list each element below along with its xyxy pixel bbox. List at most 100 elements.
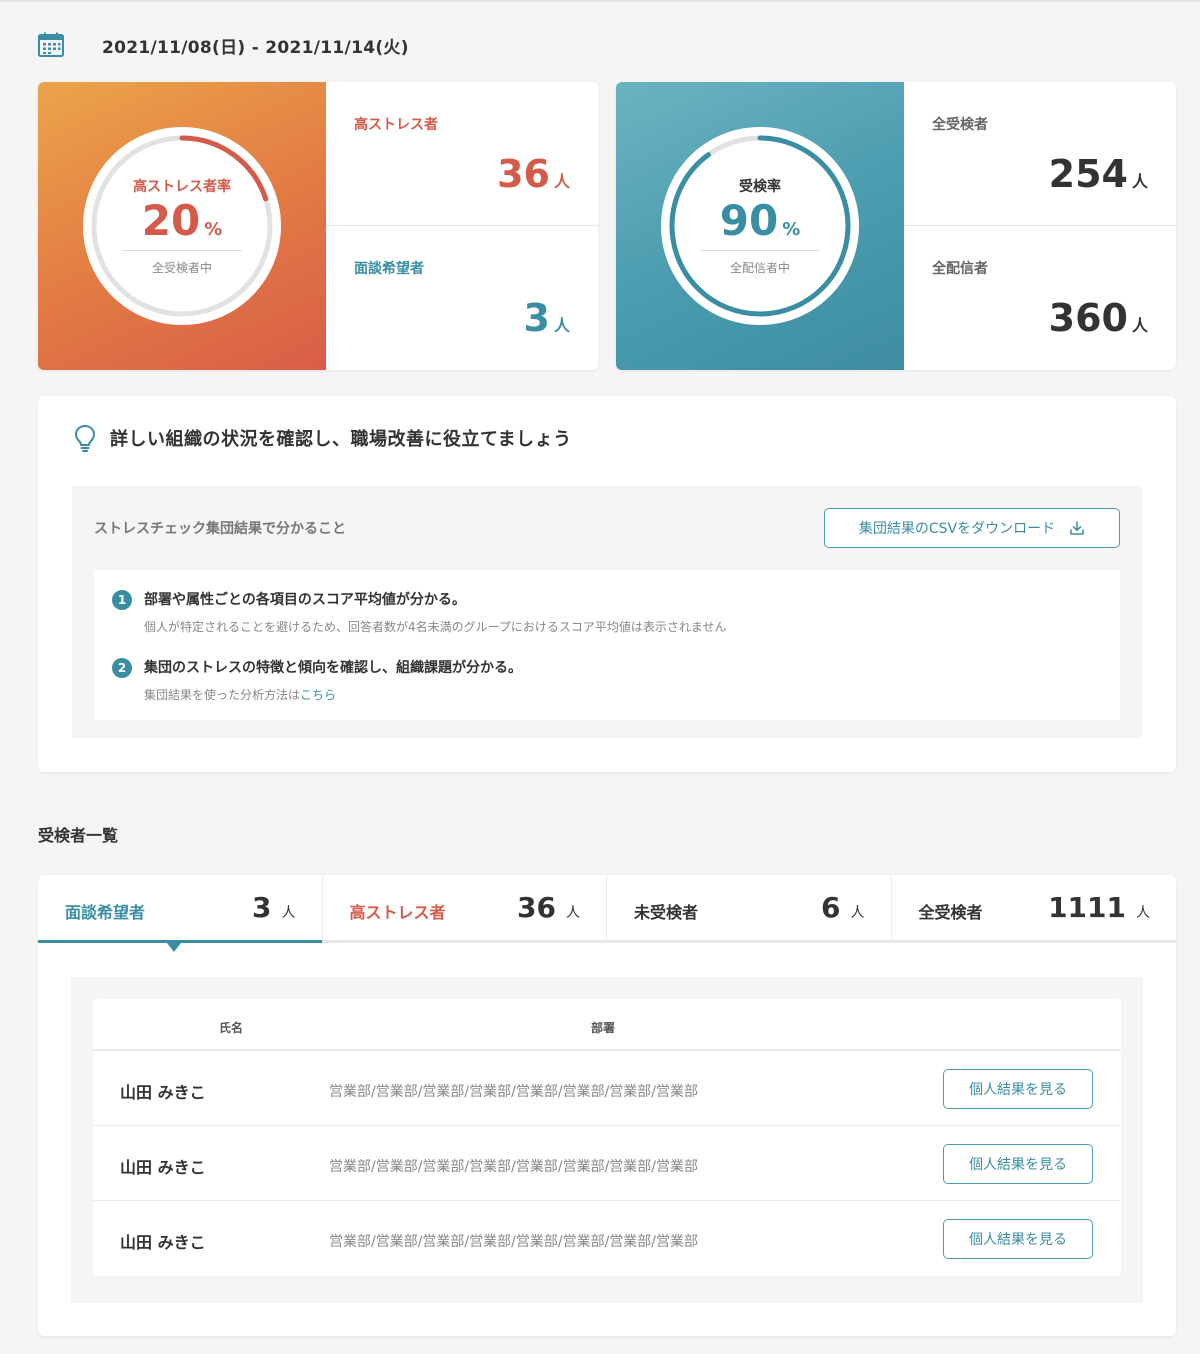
- examinee-name: 山田 みきこ: [120, 1083, 206, 1102]
- tab-label: 面談希望者: [65, 903, 146, 922]
- exam-rate-gauge-text: 受検率 90% 全配信者中: [660, 126, 860, 326]
- examinee-dept: 営業部/営業部/営業部/営業部/営業部/営業部/営業部/営業部: [329, 1159, 699, 1175]
- download-csv-button[interactable]: 集団結果のCSVをダウンロード: [824, 508, 1120, 548]
- calendar-icon[interactable]: [38, 32, 64, 58]
- examinee-list-title: 受検者一覧: [38, 826, 119, 845]
- insight-title: 詳しい組織の状況を確認し、職場改善に役立てましょう: [110, 429, 572, 450]
- point-number-badge: 1: [112, 590, 132, 610]
- stat-value: 3人: [523, 296, 570, 340]
- gauge-value-number: 90: [719, 195, 779, 245]
- analysis-method-link[interactable]: こちら: [300, 688, 336, 702]
- tab-label: 全受検者: [918, 903, 983, 922]
- stat-total-recipients: 全配信者 360 人: [904, 226, 1176, 370]
- tab-count-unit: 人: [281, 905, 296, 921]
- point-number-badge: 2: [112, 658, 132, 678]
- stat-number: 254: [1048, 152, 1128, 196]
- point-title: 部署や属性ごとの各項目のスコア平均値が分かる。: [144, 592, 466, 608]
- view-individual-result-button[interactable]: 個人結果を見る: [943, 1069, 1093, 1109]
- insight-points: 1 部署や属性ごとの各項目のスコア平均値が分かる。 個人が特定されることを避ける…: [94, 570, 1120, 720]
- stat-number: 36: [497, 152, 550, 196]
- date-range-text: 2021/11/08(日) - 2021/11/14(火): [102, 37, 409, 58]
- stat-label: 面談希望者: [354, 261, 424, 277]
- stat-unit: 人: [1131, 316, 1148, 335]
- stat-unit: 人: [553, 316, 570, 335]
- gauge-value: 20%: [141, 195, 223, 245]
- lightbulb-icon: [75, 425, 95, 452]
- examinee-name: 山田 みきこ: [120, 1233, 206, 1252]
- view-individual-result-button[interactable]: 個人結果を見る: [943, 1144, 1093, 1184]
- date-range-row: 2021/11/08(日) - 2021/11/14(火): [38, 30, 409, 60]
- exam-rate-card: 受検率 90% 全配信者中 全受検者 254 人 全配信者 360 人: [616, 82, 1176, 370]
- examinee-name: 山田 みきこ: [120, 1158, 206, 1177]
- tab-all-examinees[interactable]: 全受検者 1111 人: [892, 875, 1177, 940]
- insight-section: 詳しい組織の状況を確認し、職場改善に役立てましょう ストレスチェック集団結果で分…: [38, 396, 1176, 772]
- examinee-tabs: 面談希望者 3人 高ストレス者 36 人 未受検者 6人 全受検者 1111 人: [38, 875, 1176, 943]
- exam-rate-gauge-panel: 受検率 90% 全配信者中: [616, 82, 904, 370]
- high-stress-gauge-panel: 高ストレス者率 20% 全受検者中: [38, 82, 326, 370]
- stat-value: 360 人: [1048, 296, 1148, 340]
- top-divider: [0, 0, 1200, 2]
- column-header-name: 氏名: [219, 1021, 244, 1035]
- gauge-value-number: 20: [141, 195, 201, 245]
- stat-label: 全配信者: [932, 261, 988, 277]
- examinee-table-wrap: 氏名 部署 山田 みきこ 営業部/営業部/営業部/営業部/営業部/営業部/営業部…: [71, 977, 1143, 1303]
- tab-count-unit: 人: [566, 905, 580, 921]
- gauge-sub: 全受検者中: [151, 261, 212, 276]
- gauge-label: 高ストレス者率: [133, 178, 231, 195]
- examinee-table: 氏名 部署 山田 みきこ 営業部/営業部/営業部/営業部/営業部/営業部/営業部…: [93, 999, 1121, 1276]
- gauge-sub: 全配信者中: [729, 261, 790, 276]
- point-note: 個人が特定されることを避けるため、回答者数が4名未満のグループにおけるスコア平均…: [144, 620, 727, 634]
- gauge-divider: [700, 250, 820, 252]
- tab-count-number: 36: [517, 891, 556, 924]
- high-stress-gauge-text: 高ストレス者率 20% 全受検者中: [82, 126, 282, 326]
- tab-high-stress[interactable]: 高ストレス者 36 人: [323, 875, 607, 940]
- examinee-dept: 営業部/営業部/営業部/営業部/営業部/営業部/営業部/営業部: [329, 1234, 699, 1250]
- table-header: 氏名 部署: [93, 999, 1121, 1051]
- tab-count-number: 1111: [1048, 891, 1126, 924]
- stat-high-stress: 高ストレス者 36 人: [326, 82, 598, 226]
- stat-label: 高ストレス者: [354, 117, 438, 133]
- view-individual-result-button[interactable]: 個人結果を見る: [943, 1219, 1093, 1259]
- point-note: 集団結果を使った分析方法はこちら: [144, 686, 336, 703]
- active-tab-indicator: [167, 943, 181, 952]
- gauge-value-unit: %: [782, 218, 801, 240]
- tab-interview-request[interactable]: 面談希望者 3人: [38, 875, 323, 943]
- point-note-text: 集団結果を使った分析方法は: [144, 688, 301, 702]
- table-row: 山田 みきこ 営業部/営業部/営業部/営業部/営業部/営業部/営業部/営業部 個…: [93, 1201, 1121, 1276]
- gauge-value-unit: %: [204, 218, 223, 240]
- tab-label: 高ストレス者: [349, 903, 446, 922]
- tab-not-examined[interactable]: 未受検者 6人: [607, 875, 892, 940]
- insight-header: 詳しい組織の状況を確認し、職場改善に役立てましょう: [74, 424, 572, 452]
- stat-value: 36 人: [497, 152, 570, 196]
- high-stress-card: 高ストレス者率 20% 全受検者中 高ストレス者 36 人 面談希望者 3人: [38, 82, 598, 370]
- tab-count: 1111 人: [1048, 891, 1150, 924]
- stat-interview-request: 面談希望者 3人: [326, 226, 598, 370]
- stat-number: 360: [1048, 296, 1128, 340]
- gauge-label: 受検率: [739, 178, 781, 195]
- tab-count-unit: 人: [850, 905, 865, 921]
- column-header-dept: 部署: [591, 1021, 616, 1035]
- download-csv-label: 集団結果のCSVをダウンロード: [858, 521, 1056, 537]
- stat-number: 3: [523, 296, 550, 340]
- stat-total-examinees: 全受検者 254 人: [904, 82, 1176, 226]
- insight-box: ストレスチェック集団結果で分かること 集団結果のCSVをダウンロード 1 部署や…: [72, 486, 1142, 738]
- download-icon: [1070, 521, 1084, 535]
- tab-count: 6人: [821, 891, 864, 924]
- tab-count: 3人: [252, 891, 295, 924]
- stat-label: 全受検者: [932, 117, 988, 133]
- examinee-list-card: 面談希望者 3人 高ストレス者 36 人 未受検者 6人 全受検者 1111 人 氏…: [38, 875, 1176, 1336]
- tab-count-unit: 人: [1136, 905, 1150, 921]
- tab-count-number: 6: [821, 891, 841, 924]
- high-stress-stats: 高ストレス者 36 人 面談希望者 3人: [326, 82, 598, 370]
- examinee-dept: 営業部/営業部/営業部/営業部/営業部/営業部/営業部/営業部: [329, 1084, 699, 1100]
- gauge-value: 90%: [719, 195, 801, 245]
- tab-count: 36 人: [517, 891, 580, 924]
- gauge-divider: [122, 250, 242, 252]
- point-title: 集団のストレスの特徴と傾向を確認し、組織課題が分かる。: [144, 660, 522, 676]
- stat-unit: 人: [553, 172, 570, 191]
- tab-count-number: 3: [252, 891, 272, 924]
- tab-label: 未受検者: [634, 903, 699, 922]
- stat-unit: 人: [1131, 172, 1148, 191]
- exam-rate-stats: 全受検者 254 人 全配信者 360 人: [904, 82, 1176, 370]
- insight-box-title: ストレスチェック集団結果で分かること: [94, 521, 346, 537]
